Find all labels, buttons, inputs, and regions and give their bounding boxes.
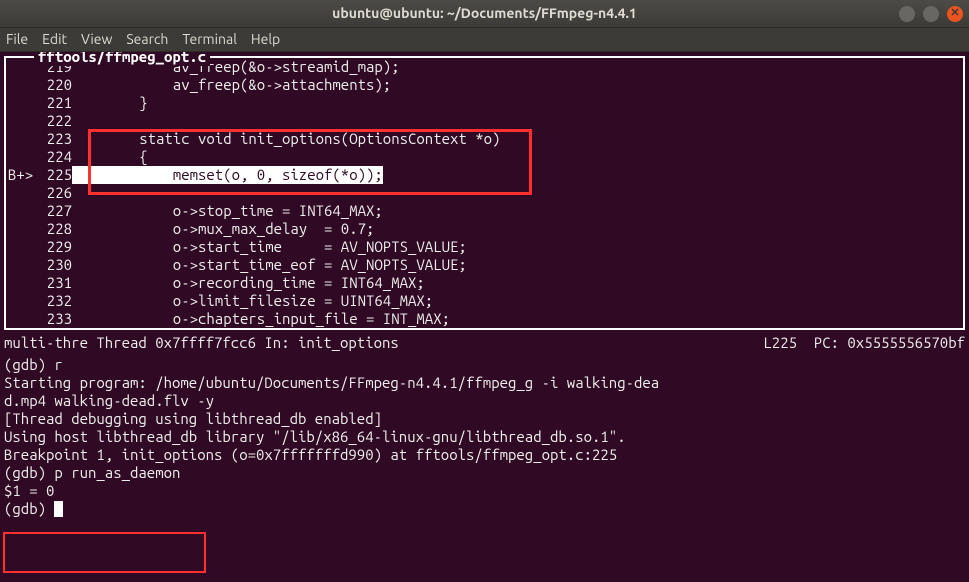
code-line: 223 static void init_options(OptionsCont… xyxy=(6,130,963,148)
line-number: 228 xyxy=(36,220,72,238)
code-text: av_freep(&o->attachments); xyxy=(72,76,391,94)
code-text: o->start_time_eof = AV_NOPTS_VALUE; xyxy=(72,256,467,274)
gdb-line: [Thread debugging using libthread_db ena… xyxy=(4,410,965,428)
menubar: File Edit View Search Terminal Help xyxy=(0,28,969,52)
gutter-mark xyxy=(6,130,36,148)
code-text: static void init_options(OptionsContext … xyxy=(72,130,500,148)
line-number: 225 xyxy=(36,166,72,184)
code-line: 220 av_freep(&o->attachments); xyxy=(6,76,963,94)
window-title: ubuntu@ubuntu: ~/Documents/FFmpeg-n4.4.1 xyxy=(332,5,637,22)
terminal-area[interactable]: fftools/ffmpeg_opt.c 219 av_freep(&o->st… xyxy=(0,52,969,582)
gutter-mark xyxy=(6,112,36,130)
gutter-mark xyxy=(6,76,36,94)
code-line: 227 o->stop_time = INT64_MAX; xyxy=(6,202,963,220)
code-line: 231 o->recording_time = INT64_MAX; xyxy=(6,274,963,292)
code-line: 221 } xyxy=(6,94,963,112)
window-controls: ✕ xyxy=(899,6,963,22)
gutter-mark xyxy=(6,292,36,310)
menu-search[interactable]: Search xyxy=(126,31,168,48)
code-line: 230 o->start_time_eof = AV_NOPTS_VALUE; xyxy=(6,256,963,274)
menu-file[interactable]: File xyxy=(6,31,28,48)
cursor-icon xyxy=(54,501,63,517)
close-icon[interactable]: ✕ xyxy=(947,6,963,22)
code-line: 226 xyxy=(6,184,963,202)
code-line: 224 { xyxy=(6,148,963,166)
code-text: o->chapters_input_file = INT_MAX; xyxy=(72,310,450,328)
gdb-line: Breakpoint 1, init_options (o=0x7fffffff… xyxy=(4,446,965,464)
gdb-line: (gdb) p run_as_daemon xyxy=(4,464,965,482)
minimize-icon[interactable] xyxy=(899,6,915,22)
maximize-icon[interactable] xyxy=(923,6,939,22)
code-line: 233 o->chapters_input_file = INT_MAX; xyxy=(6,310,963,328)
line-number: 222 xyxy=(36,112,72,130)
gdb-line: d.mp4 walking-dead.flv -y xyxy=(4,392,965,410)
line-number: 231 xyxy=(36,274,72,292)
line-number: 233 xyxy=(36,310,72,328)
gutter-mark xyxy=(6,184,36,202)
gdb-output[interactable]: (gdb) rStarting program: /home/ubuntu/Do… xyxy=(0,356,969,518)
line-number: 221 xyxy=(36,94,72,112)
status-left: multi-thre Thread 0x7ffff7fcc6 In: init_… xyxy=(4,334,763,352)
gdb-line: Starting program: /home/ubuntu/Documents… xyxy=(4,374,965,392)
gutter-mark xyxy=(6,220,36,238)
menu-terminal[interactable]: Terminal xyxy=(182,31,237,48)
code-line: 228 o->mux_max_delay = 0.7; xyxy=(6,220,963,238)
gutter-mark xyxy=(6,202,36,220)
line-number: 220 xyxy=(36,76,72,94)
menu-view[interactable]: View xyxy=(81,31,112,48)
code-text: memset(o, 0, sizeof(*o)); xyxy=(72,166,383,184)
code-text: } xyxy=(72,94,148,112)
line-number: 226 xyxy=(36,184,72,202)
gutter-mark xyxy=(6,256,36,274)
gdb-line: Using host libthread_db library "/lib/x8… xyxy=(4,428,965,446)
code-text: o->start_time = AV_NOPTS_VALUE; xyxy=(72,238,467,256)
code-text: o->limit_filesize = UINT64_MAX; xyxy=(72,292,433,310)
status-line: multi-thre Thread 0x7ffff7fcc6 In: init_… xyxy=(0,332,969,356)
gutter-mark xyxy=(6,310,36,328)
code-text: { xyxy=(72,148,148,166)
code-line: 229 o->start_time = AV_NOPTS_VALUE; xyxy=(6,238,963,256)
code-text: o->mux_max_delay = 0.7; xyxy=(72,220,374,238)
gdb-line: $1 = 0 xyxy=(4,482,965,500)
code-text: o->stop_time = INT64_MAX; xyxy=(72,202,383,220)
source-file-label: fftools/ffmpeg_opt.c xyxy=(34,52,210,66)
line-number: 229 xyxy=(36,238,72,256)
line-number: 232 xyxy=(36,292,72,310)
gdb-line: (gdb) xyxy=(4,500,965,518)
gutter-mark xyxy=(6,94,36,112)
titlebar: ubuntu@ubuntu: ~/Documents/FFmpeg-n4.4.1… xyxy=(0,0,969,28)
menu-edit[interactable]: Edit xyxy=(42,31,67,48)
source-panel: fftools/ffmpeg_opt.c 219 av_freep(&o->st… xyxy=(4,56,965,330)
code-line: 222 xyxy=(6,112,963,130)
code-line: 232 o->limit_filesize = UINT64_MAX; xyxy=(6,292,963,310)
gutter-mark xyxy=(6,58,36,76)
menu-help[interactable]: Help xyxy=(251,31,280,48)
status-right: L225 PC: 0x5555556570bf xyxy=(763,334,965,352)
gdb-line: (gdb) r xyxy=(4,356,965,374)
code-text: o->recording_time = INT64_MAX; xyxy=(72,274,425,292)
gutter-mark: B+> xyxy=(6,166,36,184)
code-line: B+>225 memset(o, 0, sizeof(*o)); xyxy=(6,166,963,184)
gutter-mark xyxy=(6,274,36,292)
line-number: 230 xyxy=(36,256,72,274)
line-number: 227 xyxy=(36,202,72,220)
line-number: 223 xyxy=(36,130,72,148)
gutter-mark xyxy=(6,238,36,256)
line-number: 224 xyxy=(36,148,72,166)
gutter-mark xyxy=(6,148,36,166)
